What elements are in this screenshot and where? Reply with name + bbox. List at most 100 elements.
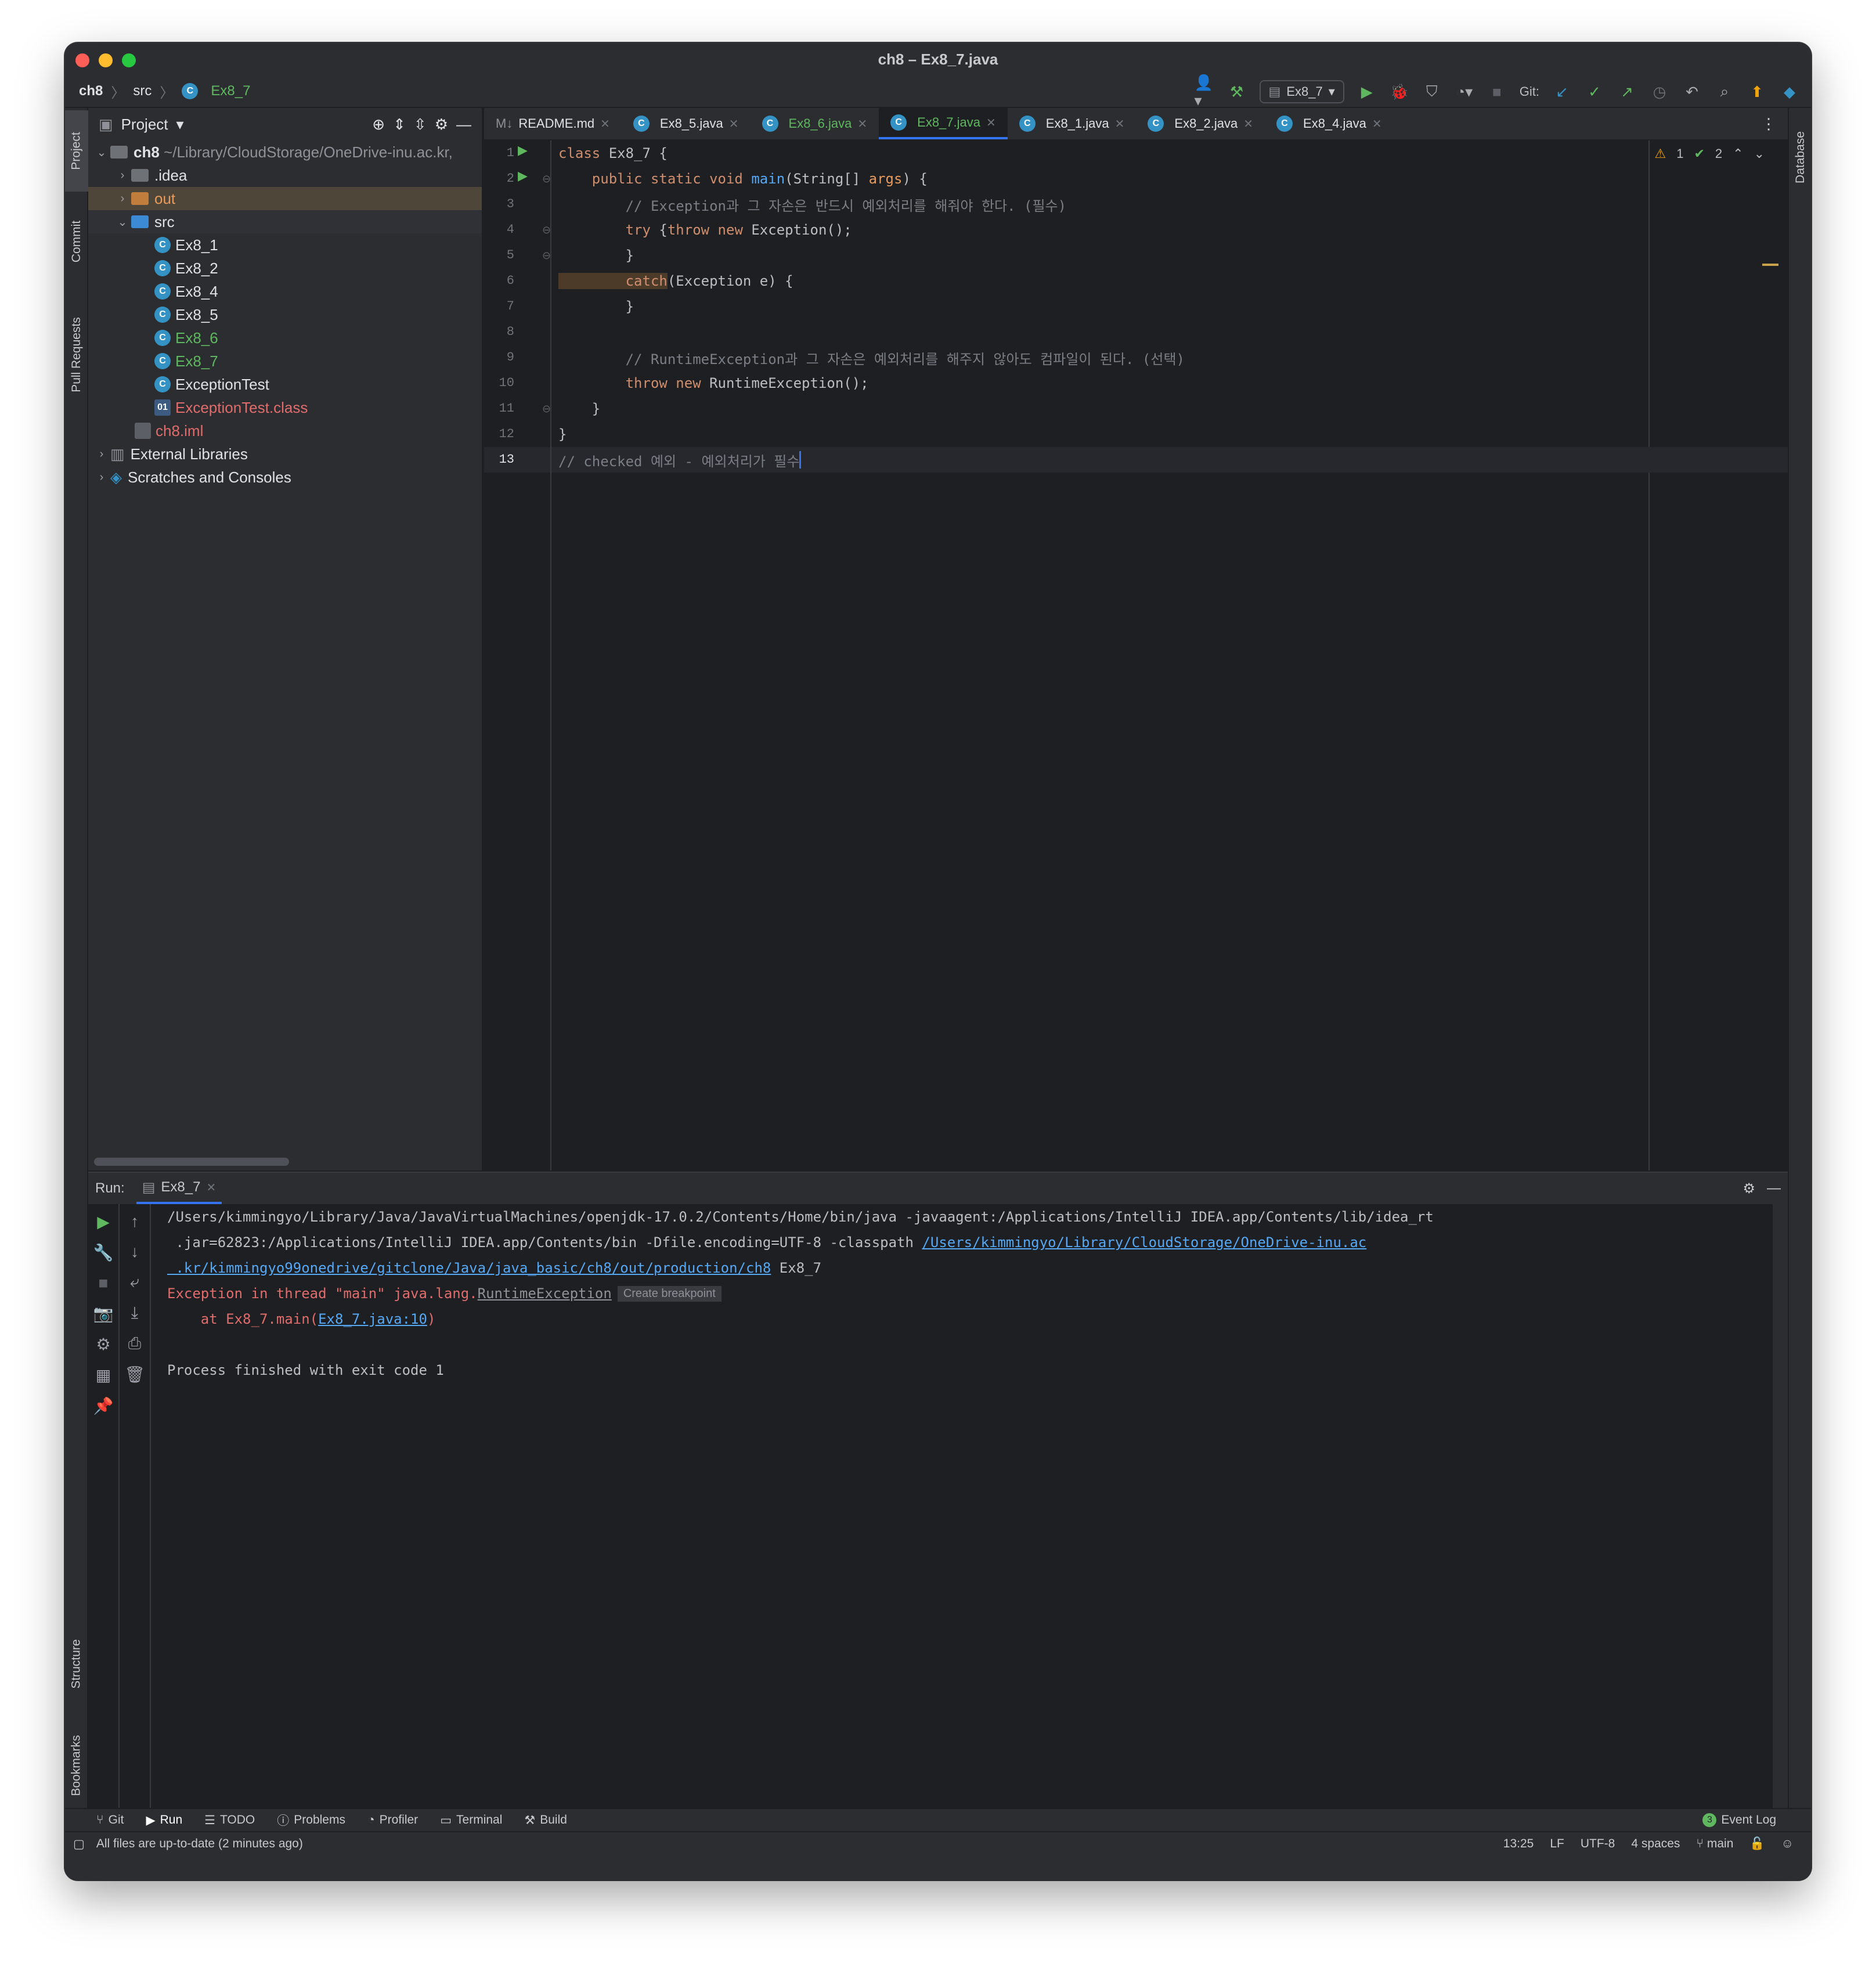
fold-icon[interactable]: ⊖	[542, 173, 551, 185]
profile-icon[interactable]: ◔▾	[1455, 82, 1474, 102]
chevron-down-icon[interactable]: ▾	[176, 116, 184, 134]
exception-link[interactable]: RuntimeException	[478, 1285, 612, 1302]
tool-terminal[interactable]: ▭ Terminal	[440, 1813, 502, 1828]
pull-requests-tool-tab[interactable]: Pull Requests	[65, 288, 88, 422]
camera-icon[interactable]: 📷	[93, 1304, 114, 1323]
bookmarks-tool-tab[interactable]: Bookmarks	[65, 1716, 88, 1815]
tab-readme[interactable]: M↓ README.md ✕	[484, 108, 622, 139]
tool-run[interactable]: ▶ Run	[146, 1813, 182, 1828]
collapse-all-icon[interactable]: ⇳	[414, 116, 427, 134]
close-icon[interactable]: ✕	[1115, 117, 1125, 131]
scroll-to-end-icon[interactable]: ⤓	[131, 1303, 138, 1323]
code-area[interactable]: class Ex8_7 { public static void main (St…	[558, 140, 1788, 1170]
tab-ex8-6[interactable]: C Ex8_6.java ✕	[751, 108, 879, 139]
tree-item-class-file[interactable]: 01 ExceptionTest.class	[88, 396, 482, 419]
hide-icon[interactable]: —	[1767, 1180, 1781, 1197]
arrow-down-icon[interactable]: ↓	[131, 1242, 139, 1261]
git-push-icon[interactable]: ↗	[1617, 82, 1637, 102]
update-icon[interactable]: ⬆	[1747, 82, 1767, 102]
close-icon[interactable]: ✕	[1243, 117, 1253, 131]
tool-profiler[interactable]: ◔ Profiler	[367, 1813, 418, 1827]
commit-tool-tab[interactable]: Commit	[65, 201, 88, 282]
tree-item-external-libraries[interactable]: › ▥ External Libraries	[88, 442, 482, 466]
trash-icon[interactable]: 🗑	[124, 1365, 145, 1384]
horizontal-scrollbar[interactable]	[94, 1158, 289, 1166]
user-icon[interactable]: 👤▾	[1195, 74, 1214, 109]
tree-item-class[interactable]: C Ex8_7	[88, 350, 482, 373]
git-branch[interactable]: ⑂ main	[1696, 1837, 1733, 1851]
lock-icon[interactable]: 🔓	[1749, 1837, 1765, 1851]
classpath-link[interactable]: /Users/kimmingyo/Library/CloudStorage/On…	[922, 1234, 1366, 1251]
fold-icon[interactable]: ⊖	[542, 403, 551, 415]
tree-item-out[interactable]: › out	[88, 187, 482, 210]
close-icon[interactable]: ✕	[729, 117, 739, 131]
tree-item-idea[interactable]: › .idea	[88, 164, 482, 187]
coverage-icon[interactable]: ⛉	[1422, 82, 1442, 102]
tree-item-class[interactable]: C ExceptionTest	[88, 373, 482, 396]
run-tab-ex8-7[interactable]: ▤ Ex8_7 ✕	[136, 1173, 222, 1204]
toggle-panels-icon[interactable]: ▢	[73, 1837, 85, 1851]
close-icon[interactable]: ✕	[206, 1180, 216, 1195]
arrow-up-icon[interactable]: ↑	[131, 1212, 139, 1231]
chevron-down-icon[interactable]: ⌄	[114, 215, 131, 229]
mute-breakpoints-icon[interactable]: ⚙	[96, 1335, 110, 1354]
fold-icon[interactable]: ⊖	[542, 250, 551, 262]
database-tool-tab[interactable]: Database	[1789, 114, 1811, 201]
tab-ex8-4[interactable]: C Ex8_4.java ✕	[1265, 108, 1394, 139]
tab-ex8-7[interactable]: C Ex8_7.java ✕	[879, 108, 1008, 139]
minimize-window-button[interactable]	[99, 53, 113, 67]
zoom-window-button[interactable]	[122, 53, 136, 67]
tree-item-class[interactable]: C Ex8_6	[88, 326, 482, 350]
git-commit-icon[interactable]: ✓	[1585, 82, 1604, 102]
soft-wrap-icon[interactable]: ⤶	[130, 1273, 139, 1292]
breadcrumb-project[interactable]: ch8	[79, 83, 103, 99]
tree-item-src[interactable]: ⌄ src	[88, 210, 482, 233]
tool-todo[interactable]: ☰ TODO	[204, 1813, 255, 1828]
debug-icon[interactable]: 🐞	[1390, 82, 1409, 102]
tab-menu-icon[interactable]: ⋮	[1749, 108, 1788, 139]
breadcrumb-file[interactable]: Ex8_7	[211, 83, 250, 99]
project-tool-tab[interactable]: Project	[65, 110, 88, 192]
jetbrains-icon[interactable]: ◆	[1780, 82, 1799, 102]
close-icon[interactable]: ✕	[857, 117, 867, 131]
tool-build[interactable]: ⚒ Build	[524, 1813, 567, 1828]
tree-item-class[interactable]: C Ex8_4	[88, 280, 482, 303]
console-output[interactable]: /Users/kimmingyo/Library/Java/JavaVirtua…	[167, 1204, 1770, 1809]
tab-ex8-5[interactable]: C Ex8_5.java ✕	[622, 108, 751, 139]
tab-ex8-2[interactable]: C Ex8_2.java ✕	[1136, 108, 1265, 139]
chevron-down-icon[interactable]: ⌄	[93, 145, 110, 160]
close-icon[interactable]: ✕	[600, 117, 610, 131]
create-breakpoint-button[interactable]: Create breakpoint	[617, 1285, 721, 1302]
run-gutter-icon[interactable]: ▶	[518, 168, 528, 183]
classpath-link[interactable]: .kr/kimmingyo99onedrive/gitclone/Java/ja…	[167, 1260, 771, 1276]
tree-item-class[interactable]: C Ex8_2	[88, 257, 482, 280]
tree-item-class[interactable]: C Ex8_1	[88, 233, 482, 257]
tool-problems[interactable]: ⓘ Problems	[277, 1811, 345, 1829]
structure-tool-tab[interactable]: Structure	[65, 1617, 88, 1710]
chevron-right-icon[interactable]: ›	[93, 448, 110, 461]
gear-icon[interactable]: ⚙	[435, 116, 448, 134]
chevron-right-icon[interactable]: ›	[114, 169, 131, 182]
tab-ex8-1[interactable]: C Ex8_1.java ✕	[1008, 108, 1137, 139]
rollback-icon[interactable]: ↶	[1682, 82, 1702, 102]
tool-event-log[interactable]: 3 Event Log	[1702, 1813, 1776, 1827]
run-gutter-icon[interactable]: ▶	[518, 143, 528, 158]
stop-icon[interactable]: ■	[1487, 82, 1507, 102]
print-icon[interactable]: ⎙	[128, 1334, 141, 1353]
close-window-button[interactable]	[75, 53, 89, 67]
wrench-icon[interactable]: 🔧	[93, 1243, 114, 1262]
inspector-icon[interactable]: ☺	[1781, 1837, 1794, 1851]
breadcrumb-folder[interactable]: src	[133, 83, 151, 99]
tree-item-scratches[interactable]: › ◈ Scratches and Consoles	[88, 466, 482, 489]
chevron-right-icon[interactable]: ›	[93, 471, 110, 484]
git-update-icon[interactable]: ↙	[1552, 82, 1572, 102]
run-icon[interactable]: ▶	[1357, 82, 1377, 102]
stacktrace-link[interactable]: Ex8_7.java:10	[318, 1311, 427, 1327]
console-scrollbar[interactable]	[1773, 1204, 1788, 1809]
layout-icon[interactable]: ▦	[96, 1366, 111, 1385]
expand-all-icon[interactable]: ⇕	[393, 116, 406, 134]
tree-item-iml[interactable]: ch8.iml	[88, 419, 482, 442]
caret-position[interactable]: 13:25	[1503, 1837, 1534, 1851]
hide-icon[interactable]: —	[456, 116, 471, 134]
chevron-right-icon[interactable]: ›	[114, 192, 131, 206]
